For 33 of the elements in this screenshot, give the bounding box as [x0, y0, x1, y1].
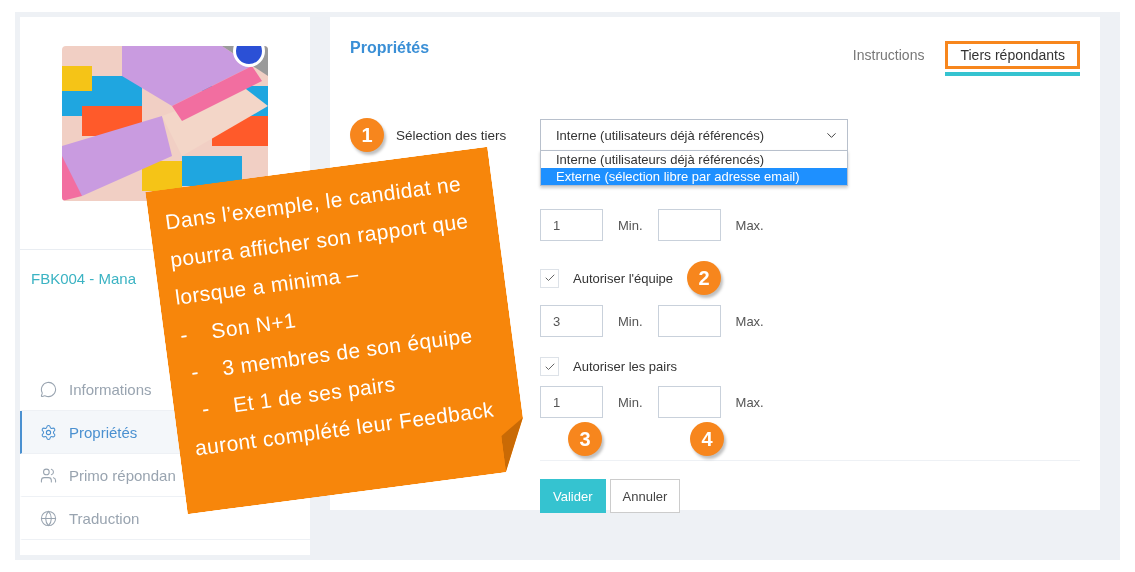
tab[interactable]: Tiers répondants: [945, 41, 1080, 69]
users-icon: [40, 466, 57, 484]
checkbox[interactable]: [540, 357, 559, 376]
field-label: Min.: [618, 313, 643, 329]
tab[interactable]: Instructions: [837, 41, 940, 69]
min-field[interactable]: 3: [540, 305, 603, 337]
field-label: Min.: [618, 394, 643, 410]
max-field[interactable]: [657, 386, 721, 418]
field-label: Max.: [735, 217, 764, 233]
section-title: Propriétés: [350, 39, 430, 57]
field-label: Min.: [618, 217, 643, 233]
settings-icon: [40, 423, 57, 441]
step-badge: 1: [350, 118, 384, 152]
globe-icon: [40, 509, 57, 527]
checkbox-label: Autoriser les pairs: [573, 359, 678, 374]
project-title: FBK004 - Mana: [31, 270, 137, 287]
cancel-button[interactable]: Annuler: [609, 479, 681, 513]
dropdown-option[interactable]: Interne (utilisateurs déjà référencés): [541, 151, 847, 168]
check-icon: [543, 272, 556, 284]
max-field[interactable]: [657, 305, 721, 337]
bullet-dash: -: [177, 321, 191, 349]
chat-icon: [40, 380, 57, 398]
field-label: Sélection des tiers: [396, 127, 508, 143]
checkbox[interactable]: [540, 268, 559, 288]
step-badge: 2: [687, 261, 722, 295]
max-field[interactable]: [657, 209, 721, 241]
step-badge: 4: [690, 422, 724, 456]
field-label: Max.: [735, 313, 764, 329]
min-field[interactable]: 1: [540, 209, 603, 241]
checkbox-label: Autoriser l'équipe: [573, 270, 674, 286]
field-label: Max.: [735, 394, 764, 410]
min-field[interactable]: 1: [540, 386, 603, 418]
step-badge: 3: [568, 422, 602, 456]
